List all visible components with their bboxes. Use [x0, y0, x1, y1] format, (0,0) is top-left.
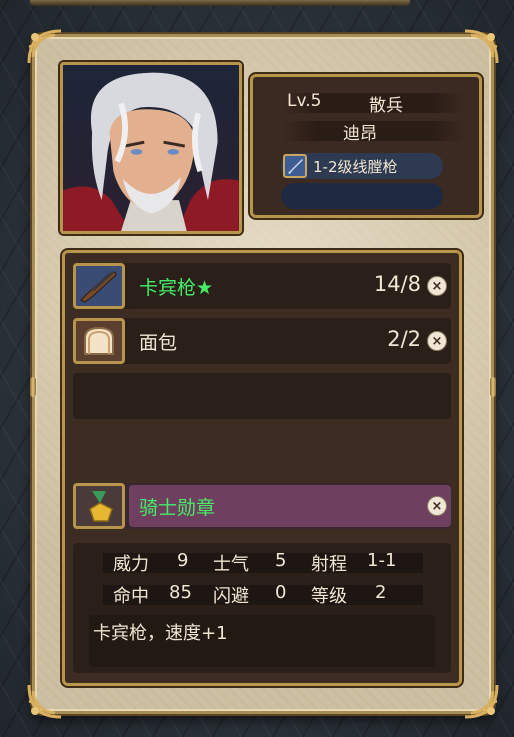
equipped-weapon[interactable]: 1-2级线膛枪 [281, 153, 443, 179]
corner-ornament [25, 27, 65, 67]
unit-info-box: Lv.5 散兵 迪昂 1-2级线膛枪 [250, 74, 482, 218]
discard-button[interactable]: × [427, 496, 447, 516]
stat-value: 1-1 [367, 550, 397, 571]
item-stats-box: 威力 9 士气 5 射程 1-1 命中 85 闪避 0 等级 2 卡宾枪，速度+… [73, 543, 451, 673]
stat-label: 士气 [213, 554, 249, 575]
stat-label: 闪避 [213, 586, 249, 607]
inventory-panel: 卡宾枪★ 14/8 × 面包 2/2 × 骑士勋章 × 威力 9 士气 5 射程… [62, 250, 462, 686]
medal-icon [73, 483, 125, 529]
stat-value: 0 [275, 582, 287, 603]
empty-inventory-slot[interactable] [73, 373, 451, 419]
bread-icon [73, 318, 125, 364]
stat-label: 等级 [311, 586, 347, 607]
corner-ornament [461, 681, 501, 721]
item-durability: 14/8 [373, 272, 421, 296]
top-frame-edge [30, 0, 410, 6]
stat-value: 9 [177, 550, 189, 571]
stat-label: 威力 [113, 554, 149, 575]
side-rivet [30, 377, 36, 397]
stat-value: 2 [375, 582, 387, 603]
equipped-weapon-name: 1-2级线膛枪 [313, 157, 398, 176]
stat-value: 85 [169, 582, 192, 603]
accessory-name: 骑士勋章 [139, 497, 216, 519]
rifle-icon [283, 154, 307, 178]
empty-equip-slot[interactable] [281, 183, 443, 209]
side-rivet [490, 377, 496, 397]
unit-name: 迪昂 [343, 124, 377, 144]
inventory-item[interactable]: 卡宾枪★ 14/8 × [73, 263, 451, 309]
stat-value: 5 [275, 550, 287, 571]
item-durability: 2/2 [387, 327, 421, 351]
character-portrait [60, 62, 242, 234]
inventory-item[interactable]: 面包 2/2 × [73, 318, 451, 364]
item-name: 卡宾枪★ [139, 277, 214, 299]
discard-button[interactable]: × [427, 331, 447, 351]
stat-label: 命中 [113, 586, 149, 607]
unit-class: 散兵 [369, 96, 403, 116]
accessory-item[interactable]: 骑士勋章 × [73, 483, 451, 529]
discard-button[interactable]: × [427, 276, 447, 296]
corner-ornament [461, 27, 501, 67]
item-name: 面包 [139, 332, 178, 354]
stat-label: 射程 [311, 554, 347, 575]
corner-ornament [25, 681, 65, 721]
item-description: 卡宾枪，速度+1 [93, 623, 228, 644]
unit-level: Lv.5 [287, 91, 322, 111]
rifle-icon [73, 263, 125, 309]
